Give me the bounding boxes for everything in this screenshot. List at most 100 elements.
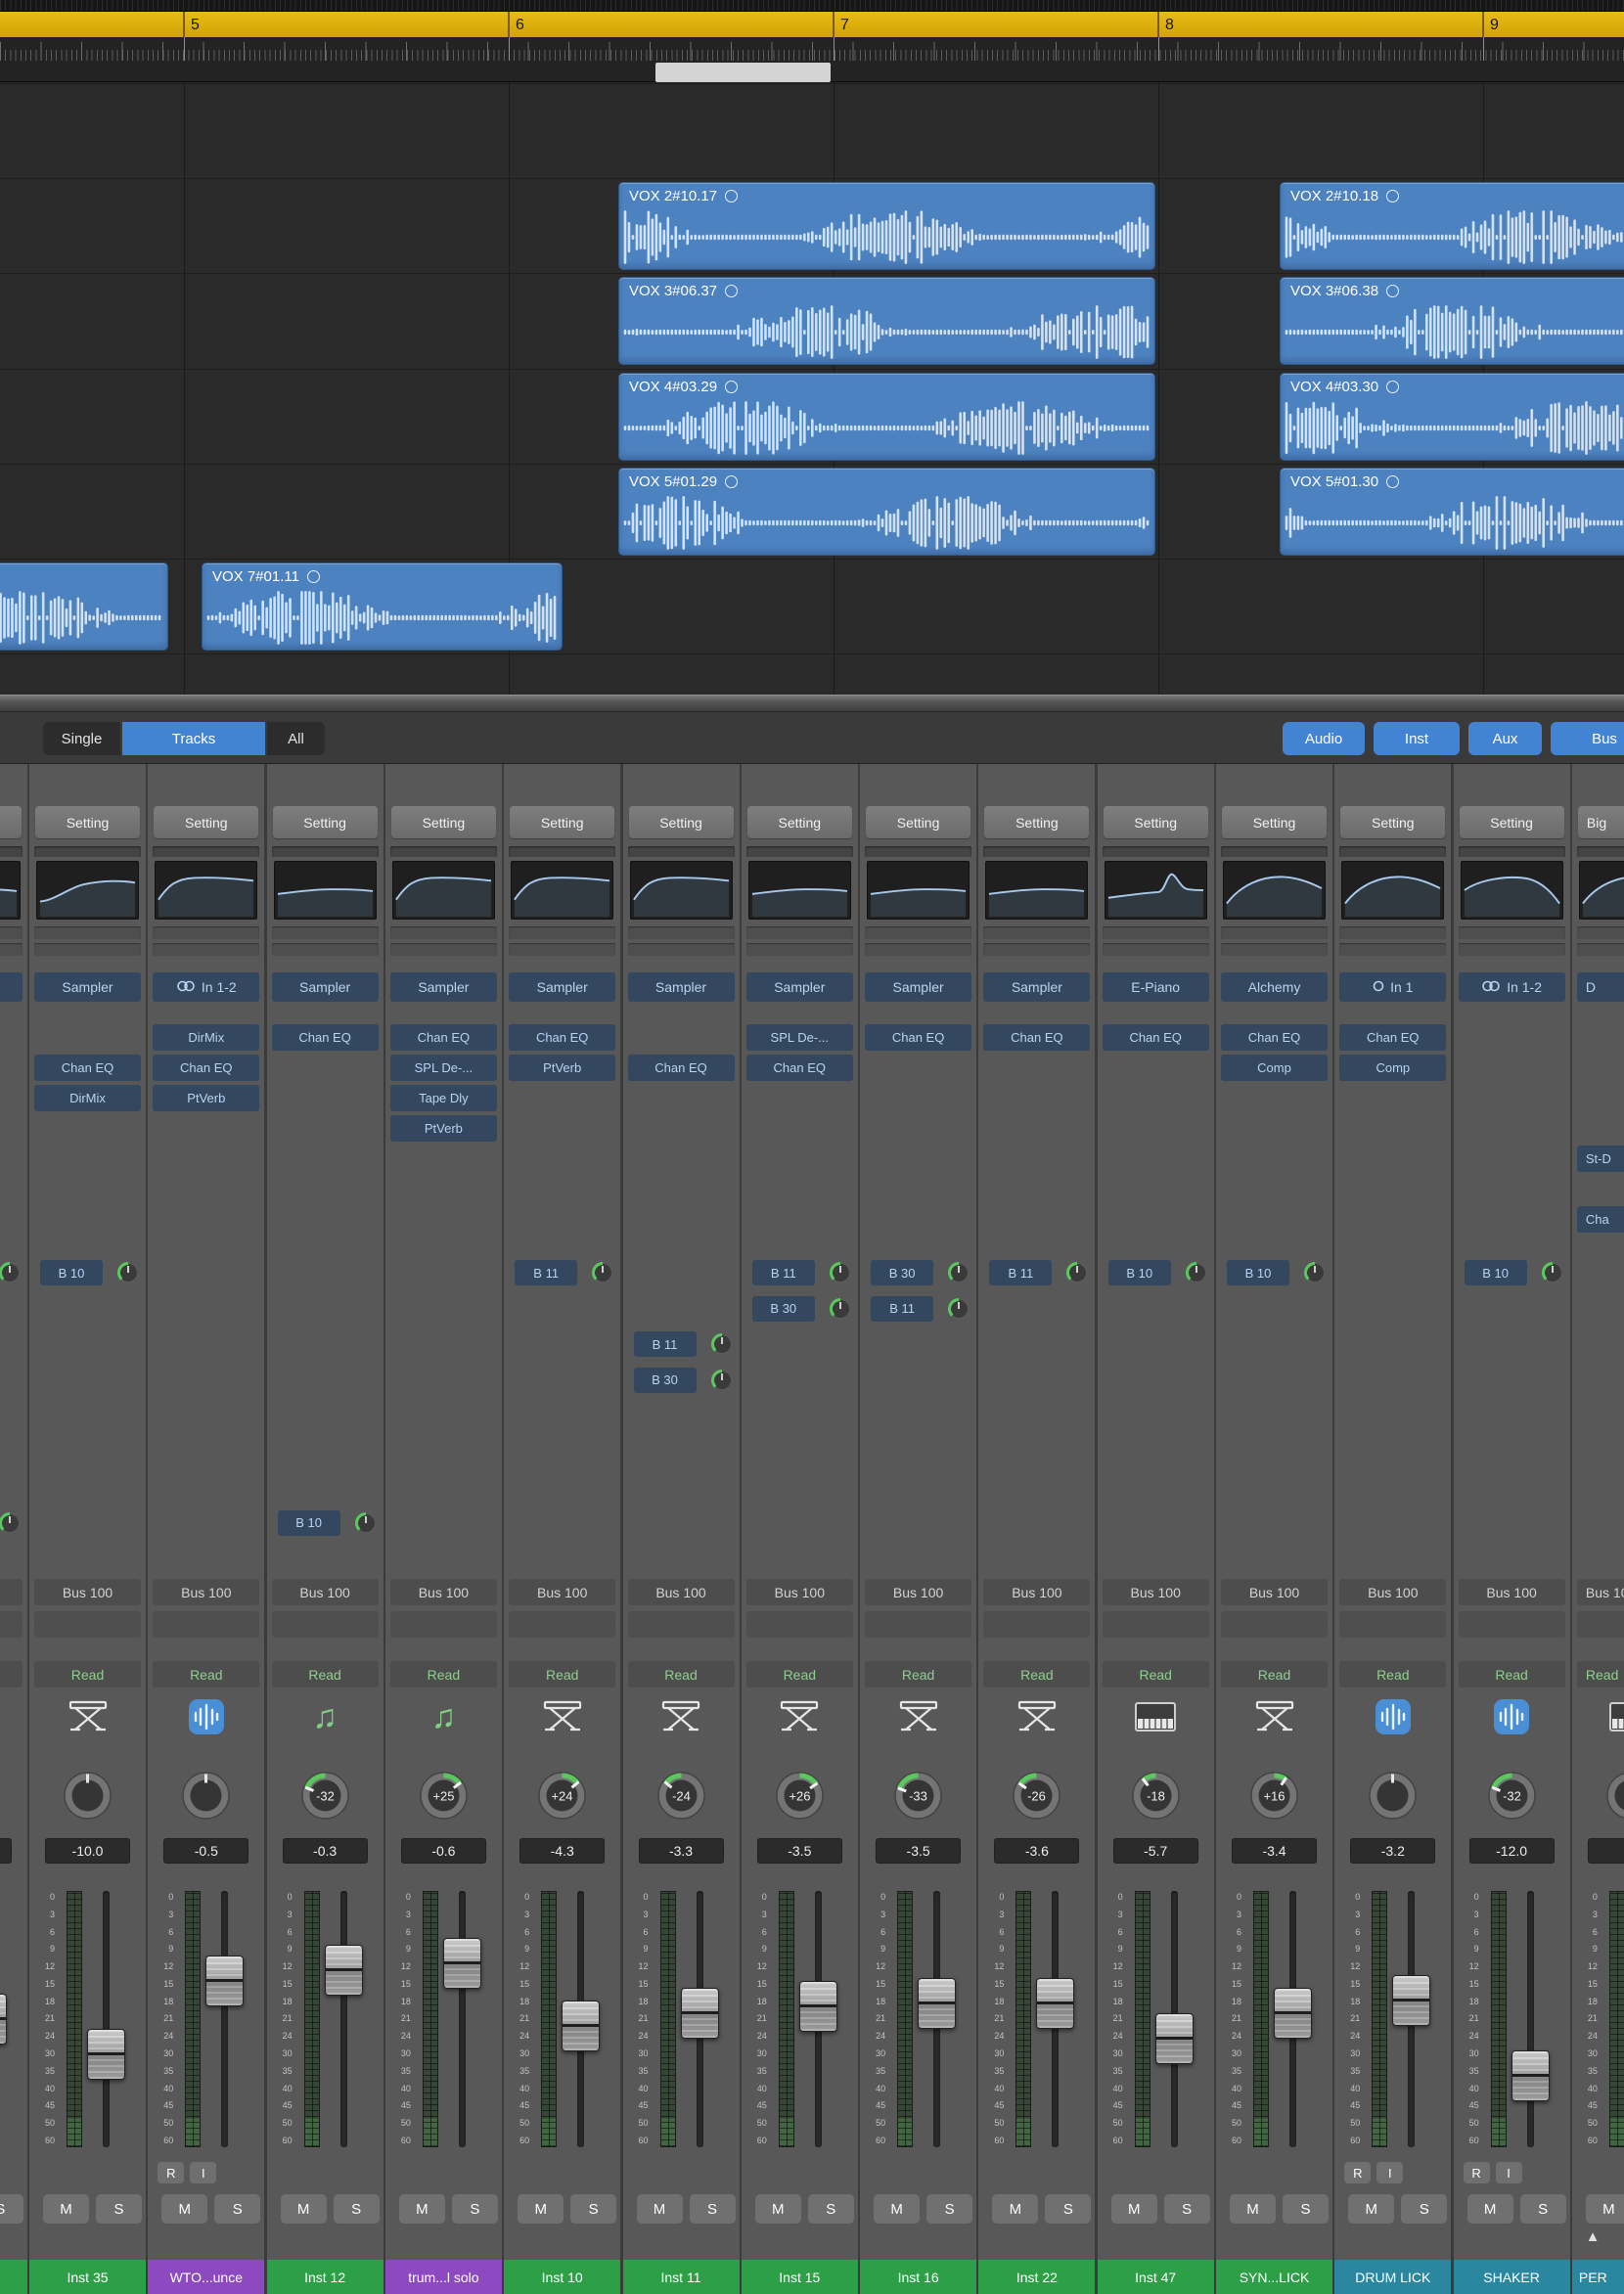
send-knob[interactable] (354, 1511, 377, 1534)
pan-knob[interactable]: -24 (655, 1770, 707, 1822)
track-name-label[interactable]: Inst (0, 2260, 27, 2294)
send-slot[interactable]: B 11 (871, 1295, 934, 1322)
group-slot[interactable] (1339, 846, 1447, 857)
arrange-area[interactable]: VOX 7#01.11 VOX 2#10.17 VOX 3#06.37 VOX 4#0… (0, 82, 1624, 695)
audio-region[interactable]: VOX 5#01.29 (618, 467, 1155, 556)
eq-thumbnail[interactable] (36, 861, 139, 920)
input-slot[interactable]: Sampler (509, 972, 616, 1002)
send-knob[interactable] (948, 1297, 970, 1320)
audio-region[interactable]: VOX 7#01.11 (202, 562, 563, 651)
eq-thumbnail[interactable] (0, 861, 21, 920)
audio-waveform-icon[interactable] (1334, 1691, 1451, 1742)
fader-handle[interactable] (1392, 1975, 1431, 2027)
pan-knob[interactable]: +26 (774, 1770, 826, 1822)
output-slot[interactable]: Bus 100 (389, 1579, 497, 1605)
volume-readout[interactable]: -3.3 (638, 1838, 724, 1864)
automation-mode-button[interactable]: Read (509, 1661, 616, 1687)
automation-mode-button[interactable]: Read (389, 1661, 497, 1687)
insert-slot[interactable]: Chan EQ (271, 1024, 379, 1051)
group-slot[interactable] (153, 846, 260, 857)
send-slot[interactable]: B 10 (277, 1509, 340, 1536)
eq-thumbnail[interactable] (629, 861, 733, 920)
send-knob[interactable] (1304, 1262, 1326, 1283)
output-slot[interactable]: Bus 100 (34, 1579, 141, 1605)
track-name-label[interactable]: DRUM LICK (1334, 2260, 1452, 2294)
send-slot[interactable]: B 30 (751, 1295, 815, 1322)
view-mode-button-single[interactable]: Single (43, 722, 120, 755)
send-knob[interactable] (117, 1262, 139, 1283)
insert-slot[interactable]: PtVerb (389, 1115, 497, 1142)
fader-handle[interactable] (0, 1994, 7, 2045)
input-slot[interactable]: Sampler (983, 972, 1091, 1002)
group-slot[interactable] (509, 846, 616, 857)
automation-mode-button[interactable]: Read (271, 1661, 379, 1687)
mute-button[interactable]: M (1466, 2194, 1513, 2224)
eq-thumbnail[interactable] (273, 861, 377, 920)
group-slot[interactable] (865, 846, 972, 857)
channel-setting-button[interactable]: Setting (1340, 806, 1446, 838)
automation-mode-button[interactable]: Read (1102, 1661, 1209, 1687)
group-slot[interactable] (1102, 846, 1209, 857)
insert-slot[interactable]: DirMix (153, 1024, 260, 1051)
track-name-label[interactable]: Inst 35 (29, 2260, 146, 2294)
track-name-label[interactable]: SHAKER (1453, 2260, 1570, 2294)
solo-button[interactable]: S (1163, 2194, 1210, 2224)
channel-setting-button[interactable]: Setting (510, 806, 615, 838)
region-circle-icon[interactable] (725, 285, 739, 298)
output-slot[interactable]: Bus 100 (1339, 1579, 1447, 1605)
insert-slot[interactable]: St-D (1576, 1146, 1624, 1172)
audio-region[interactable]: VOX 4#03.29 (618, 372, 1155, 461)
solo-button[interactable]: S (333, 2194, 380, 2224)
input-slot[interactable]: In 1-2 (1458, 972, 1565, 1002)
eq-thumbnail[interactable] (1460, 861, 1563, 920)
pan-knob[interactable]: -18 (1130, 1770, 1182, 1822)
group-slot[interactable] (745, 846, 853, 857)
track-name-label[interactable]: Inst 10 (504, 2260, 621, 2294)
fader-handle[interactable] (798, 1980, 837, 2032)
input-slot[interactable]: Sampler (0, 972, 23, 1002)
pan-knob[interactable]: -33 (892, 1770, 944, 1822)
channel-setting-button[interactable]: Setting (154, 806, 259, 838)
eq-thumbnail[interactable] (1104, 861, 1207, 920)
group-slot[interactable] (1458, 846, 1565, 857)
fader-handle[interactable] (1036, 1978, 1075, 2030)
channel-setting-button[interactable]: Big (1577, 806, 1624, 838)
volume-readout[interactable]: -3.4 (1232, 1838, 1317, 1864)
track-name-label[interactable]: Inst 16 (860, 2260, 977, 2294)
eq-thumbnail[interactable] (391, 861, 495, 920)
solo-button[interactable]: S (570, 2194, 617, 2224)
mute-button[interactable]: M (1110, 2194, 1157, 2224)
send-knob[interactable] (710, 1369, 733, 1391)
pan-knob[interactable]: -32 (299, 1770, 351, 1822)
insert-slot[interactable]: SPL De-... (389, 1055, 497, 1081)
audio-region[interactable]: VOX 2#10.18 (1280, 182, 1624, 271)
volume-readout[interactable]: -10.0 (45, 1838, 130, 1864)
input-slot[interactable]: D (1576, 972, 1624, 1002)
pan-knob[interactable]: +25 (418, 1770, 470, 1822)
input-monitor-button[interactable]: I (190, 2162, 217, 2183)
input-slot[interactable]: Sampler (627, 972, 735, 1002)
input-slot[interactable]: Sampler (34, 972, 141, 1002)
mute-button[interactable]: M (43, 2194, 89, 2224)
insert-slot[interactable]: Tape Dly (389, 1085, 497, 1111)
keyboard-stand-icon[interactable] (623, 1691, 740, 1742)
record-arm-button[interactable]: R (158, 2162, 185, 2183)
insert-slot[interactable]: Chan EQ (34, 1055, 141, 1081)
track-name-label[interactable]: Inst 11 (622, 2260, 740, 2294)
fader-handle[interactable] (1154, 2012, 1194, 2064)
input-slot[interactable]: Sampler (271, 972, 379, 1002)
solo-button[interactable]: S (1401, 2194, 1448, 2224)
solo-button[interactable]: S (1519, 2194, 1566, 2224)
insert-slot[interactable]: Chan EQ (865, 1024, 972, 1051)
insert-slot[interactable]: PtVerb (153, 1085, 260, 1111)
insert-slot[interactable]: Chan EQ (1102, 1024, 1209, 1051)
automation-mode-button[interactable]: Read (1221, 1661, 1328, 1687)
filter-button-aux[interactable]: Aux (1468, 722, 1542, 755)
output-slot[interactable]: Bus 100 (509, 1579, 616, 1605)
input-slot[interactable]: Sampler (745, 972, 853, 1002)
audio-region[interactable]: VOX 3#06.37 (618, 277, 1155, 366)
window-splitter[interactable] (0, 695, 1624, 712)
group-slot[interactable] (1576, 846, 1624, 857)
fader-handle[interactable] (87, 2028, 125, 2080)
send-slot[interactable]: B 10 (1107, 1260, 1171, 1285)
